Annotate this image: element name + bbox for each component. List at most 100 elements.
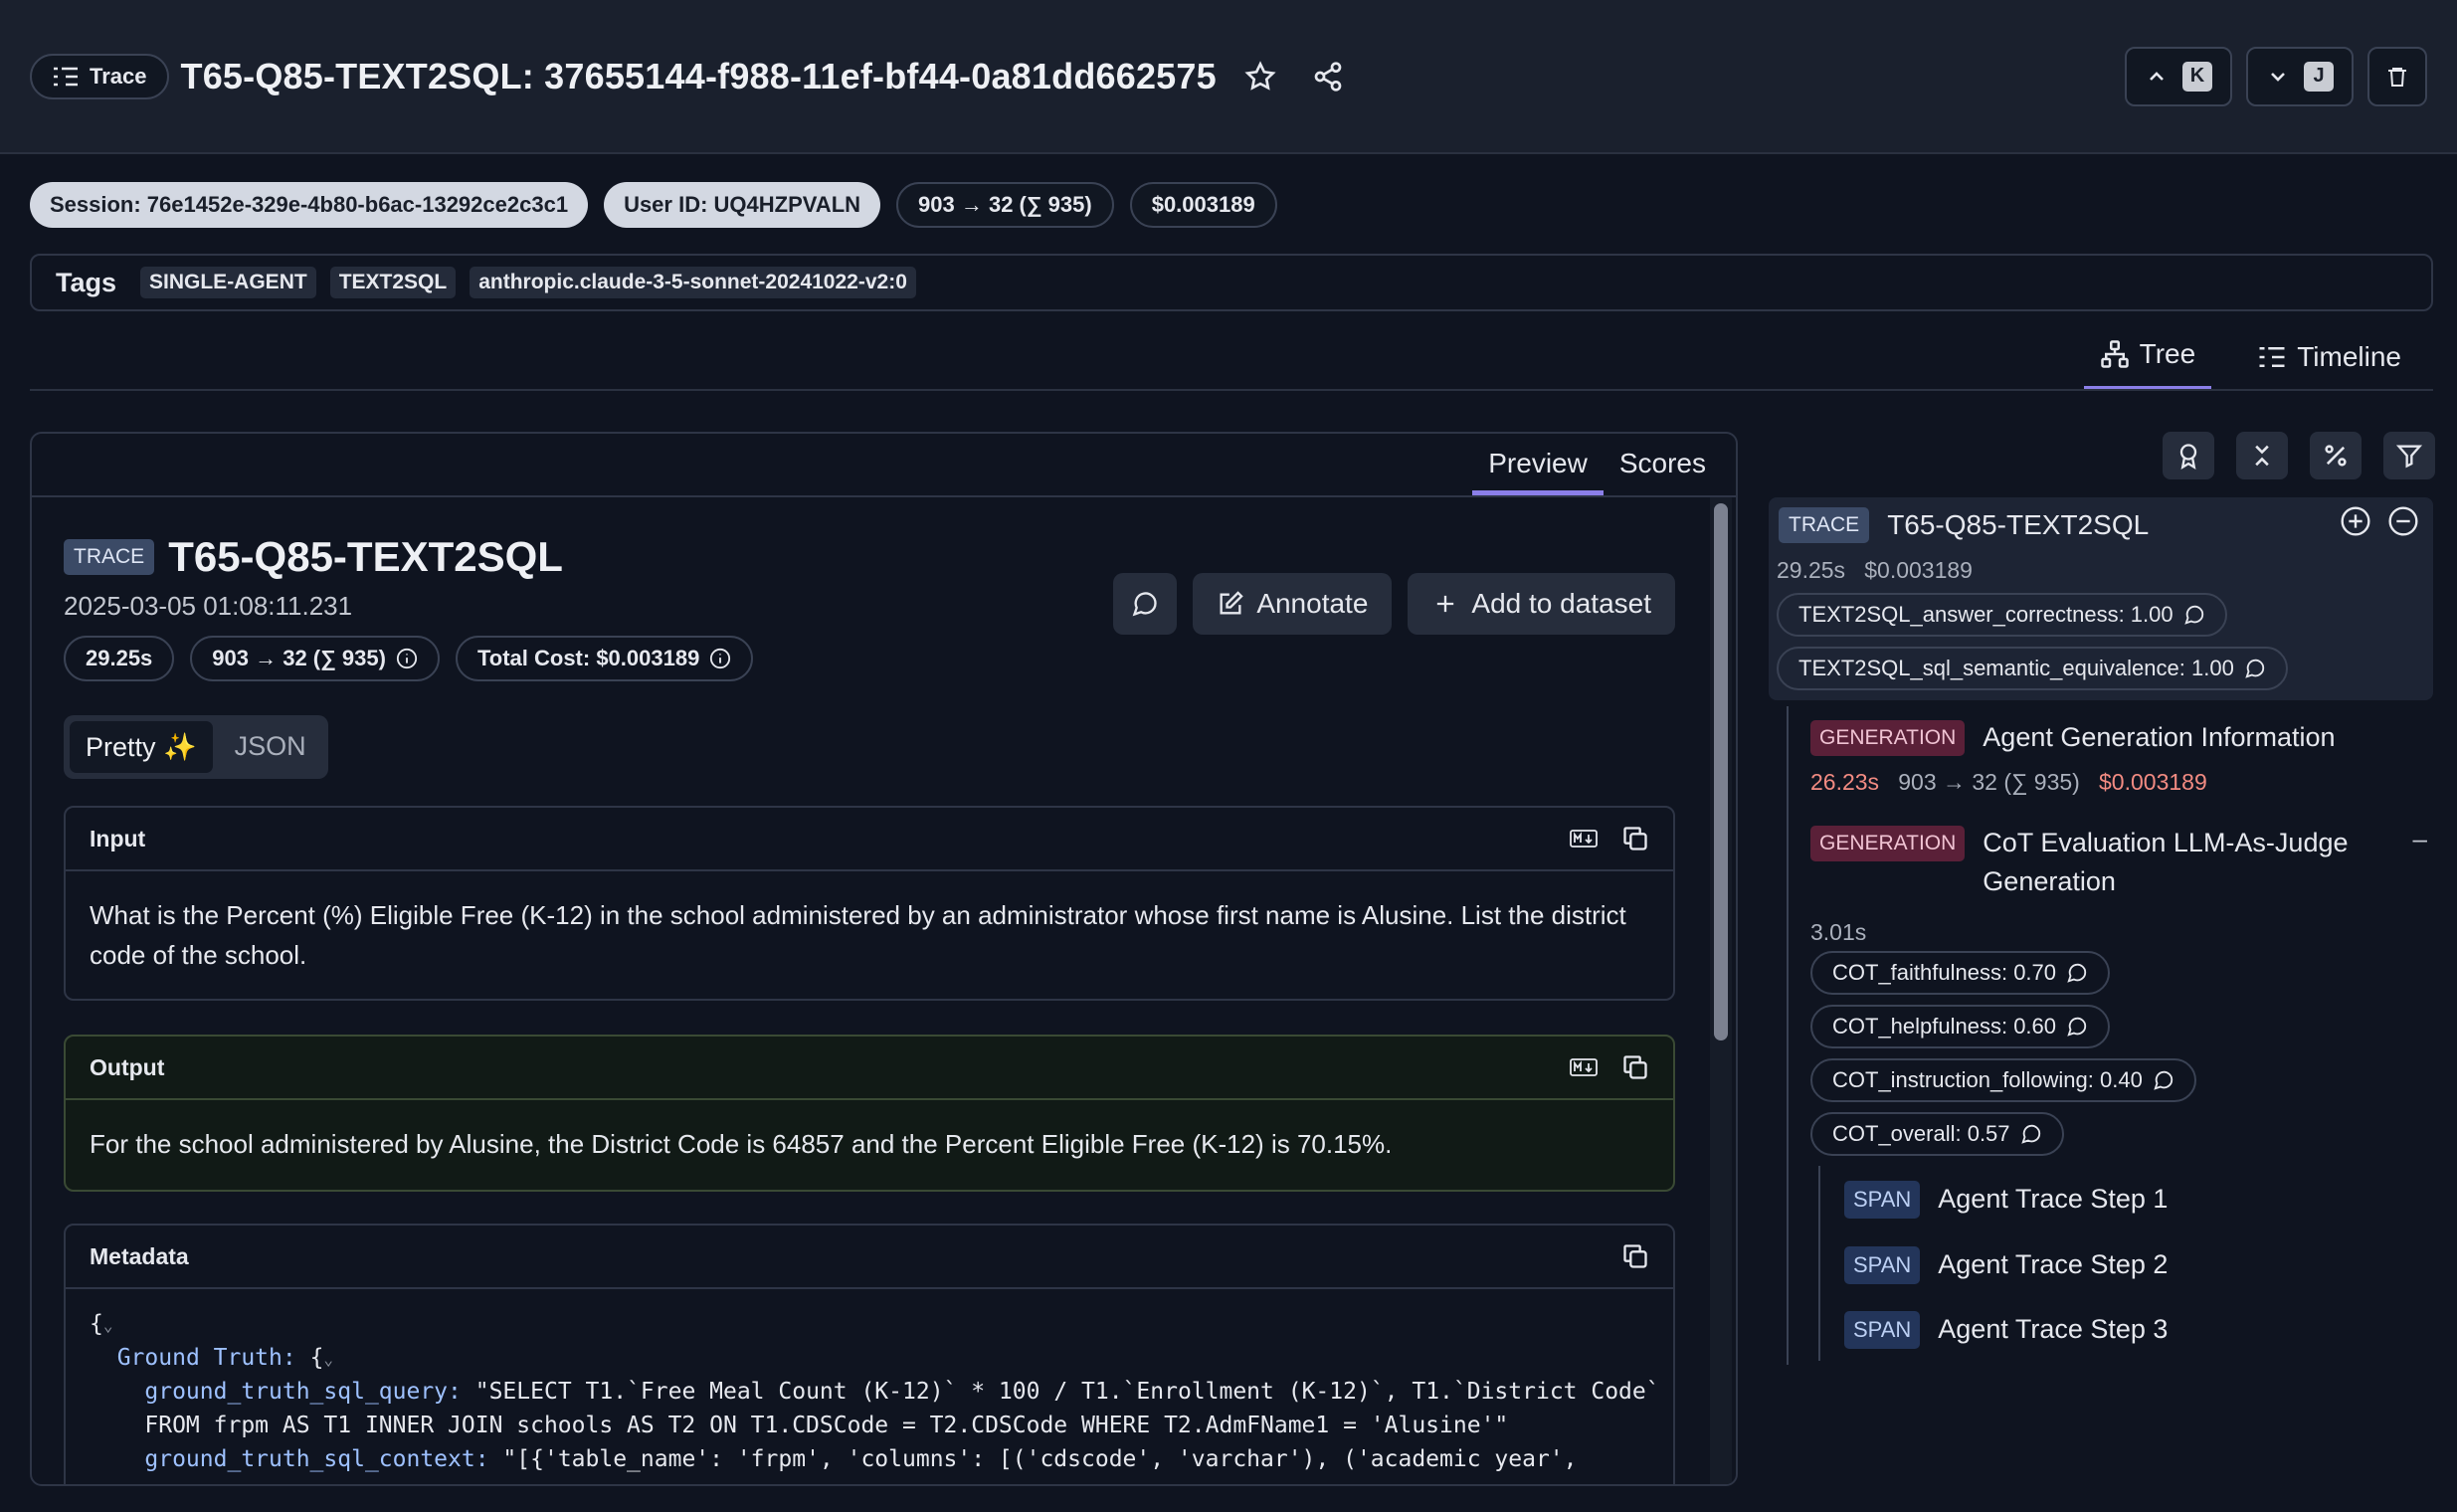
tree-node-name: Agent Trace Step 1	[1938, 1184, 2169, 1214]
previous-trace-button[interactable]: K	[2125, 46, 2232, 106]
message-circle-icon	[2245, 659, 2264, 678]
chevrons-down-up-icon	[2255, 445, 2269, 467]
input-text: What is the Percent (%) Eligible Free (K…	[90, 900, 1626, 971]
message-circle-icon	[2183, 605, 2203, 625]
comment-button[interactable]	[1113, 573, 1178, 635]
minus-circle-icon[interactable]	[2387, 505, 2419, 537]
score-chip[interactable]: COT_faithfulness: 0.70	[1810, 951, 2111, 995]
star-icon	[1244, 60, 1276, 91]
score-label: TEXT2SQL_sql_semantic_equivalence: 1.00	[1798, 656, 2234, 680]
tags-bar[interactable]: Tags SINGLE-AGENT TEXT2SQL anthropic.cla…	[30, 254, 2433, 311]
tokens-chip: 903 → 32 (∑ 935)	[896, 182, 1114, 228]
latency-value: 29.25s	[86, 646, 153, 670]
tree-node-generation[interactable]: GENERATION Agent Generation Information …	[1810, 718, 2336, 796]
chevron-down-icon	[2271, 72, 2285, 82]
chevron-down-icon[interactable]: ⌄	[103, 1316, 113, 1335]
collapse-icon[interactable]: –	[2413, 824, 2427, 854]
tree-node-span[interactable]: SPAN Agent Trace Step 2	[1844, 1245, 2168, 1284]
filter-icon	[2395, 445, 2423, 469]
scores-toggle-button[interactable]	[2163, 432, 2214, 479]
tree-node-name: Agent Trace Step 2	[1938, 1249, 2169, 1279]
filter-button[interactable]	[2383, 432, 2435, 479]
tag: SINGLE-AGENT	[140, 267, 316, 298]
tab-scores[interactable]: Scores	[1604, 434, 1722, 495]
info-icon[interactable]	[396, 648, 418, 669]
score-chip-row: COT_helpfulness: 0.60	[1810, 1005, 2111, 1048]
markdown-icon[interactable]	[1570, 1053, 1598, 1081]
json-value: "[{'table_name': 'frpm', 'columns': [('c…	[488, 1446, 1578, 1473]
next-trace-button[interactable]: J	[2246, 46, 2354, 106]
annotate-button[interactable]: Annotate	[1193, 573, 1393, 635]
tree-node-tokens: 903 → 32 (∑ 935)	[1898, 769, 2080, 796]
output-section: Output For the school administered by Al…	[64, 1035, 1675, 1192]
tree-node-name: CoT Evaluation LLM-As-Judge	[1983, 828, 2349, 857]
share-icon	[1314, 61, 1342, 92]
span-badge: SPAN	[1844, 1310, 1921, 1349]
tree-node-latency: 26.23s	[1810, 769, 1880, 796]
latency-chip: 29.25s	[64, 636, 175, 681]
star-button[interactable]	[1240, 57, 1280, 96]
score-chip[interactable]: TEXT2SQL_answer_correctness: 1.00	[1777, 593, 2227, 637]
tree-node-span[interactable]: SPAN Agent Trace Step 1	[1844, 1180, 2168, 1219]
tree-node-generation[interactable]: GENERATION CoT Evaluation LLM-As-Judge G…	[1810, 824, 2427, 946]
total-cost-value: Total Cost: $0.003189	[476, 646, 700, 670]
tree-node-name: T65-Q85-TEXT2SQL	[1887, 509, 2150, 540]
tree-node-latency: 3.01s	[1810, 919, 1867, 946]
plus-circle-icon[interactable]	[2340, 505, 2371, 537]
plus-icon	[1437, 595, 1454, 613]
toggle-json[interactable]: JSON	[219, 721, 322, 773]
copy-icon[interactable]	[1621, 1242, 1649, 1270]
json-value: {	[295, 1345, 324, 1372]
panel-tabs: Preview Scores	[32, 434, 1736, 497]
json-line: {	[90, 1311, 103, 1337]
score-chip[interactable]: COT_overall: 0.57	[1810, 1112, 2064, 1156]
trace-info-chips: Session: 76e1452e-329e-4b80-b6ac-13292ce…	[30, 182, 1277, 228]
percent-icon	[2325, 445, 2347, 467]
list-tree-icon	[54, 67, 78, 86]
span-badge: SPAN	[1844, 1245, 1921, 1284]
output-text: For the school administered by Alusine, …	[90, 1129, 1393, 1159]
user-id-chip[interactable]: User ID: UQ4HZPVALN	[604, 182, 881, 228]
delete-button[interactable]	[2367, 46, 2427, 106]
tab-timeline-label: Timeline	[2297, 340, 2401, 372]
cost-chip: $0.003189	[1129, 182, 1277, 228]
tree-node-span[interactable]: SPAN Agent Trace Step 3	[1844, 1310, 2168, 1349]
share-button[interactable]	[1308, 57, 1348, 96]
tree-connector	[1787, 706, 1789, 1365]
collapse-all-button[interactable]	[2236, 432, 2288, 479]
score-chip-row: COT_overall: 0.57	[1810, 1112, 2064, 1156]
annotate-label: Annotate	[1256, 588, 1369, 619]
metadata-label: Metadata	[90, 1242, 189, 1269]
json-key: ground_truth_sql_context:	[144, 1446, 489, 1473]
tags-label: Tags	[56, 267, 117, 297]
shortcut-j: J	[2304, 61, 2334, 92]
tab-timeline[interactable]: Timeline	[2241, 328, 2417, 391]
score-chip-row: COT_faithfulness: 0.70	[1810, 951, 2111, 995]
tab-preview[interactable]: Preview	[1472, 434, 1604, 495]
chevron-down-icon[interactable]: ⌄	[323, 1350, 333, 1369]
json-value: "SELECT T1.`Free Meal Count (K-12)` * 10…	[461, 1379, 1660, 1406]
tab-tree[interactable]: Tree	[2083, 328, 2212, 391]
score-chip[interactable]: TEXT2SQL_sql_semantic_equivalence: 1.00	[1777, 647, 2288, 690]
metadata-json: {⌄ Ground Truth: {⌄ ground_truth_sql_que…	[66, 1289, 1673, 1484]
info-icon[interactable]	[709, 648, 731, 669]
top-bar: Trace T65-Q85-TEXT2SQL: 37655144-f988-11…	[0, 0, 2457, 154]
tree-node-trace[interactable]: TRACE T65-Q85-TEXT2SQL 29.25s $0.003189 …	[1769, 497, 2433, 700]
tree-node-latency: 29.25s	[1777, 557, 1846, 583]
trace-detail-panel: Preview Scores TRACE T65-Q85-TEXT2SQL 20…	[30, 432, 1738, 1486]
markdown-icon[interactable]	[1570, 825, 1598, 852]
score-label: TEXT2SQL_answer_correctness: 1.00	[1798, 602, 2174, 627]
input-label: Input	[90, 825, 146, 851]
add-to-dataset-button[interactable]: Add to dataset	[1408, 573, 1675, 635]
scrollbar-thumb[interactable]	[1714, 503, 1728, 1040]
tree-node-name-cont: Generation	[1983, 866, 2116, 897]
score-chip[interactable]: COT_instruction_following: 0.40	[1810, 1058, 2196, 1102]
percentage-toggle-button[interactable]	[2310, 432, 2362, 479]
score-chip[interactable]: COT_helpfulness: 0.60	[1810, 1005, 2111, 1048]
copy-icon[interactable]	[1621, 825, 1649, 852]
copy-icon[interactable]	[1621, 1053, 1649, 1081]
tag: TEXT2SQL	[329, 267, 457, 298]
session-chip[interactable]: Session: 76e1452e-329e-4b80-b6ac-13292ce…	[30, 182, 589, 228]
toggle-pretty[interactable]: Pretty ✨	[70, 721, 213, 773]
tag: anthropic.claude-3-5-sonnet-20241022-v2:…	[470, 267, 916, 298]
